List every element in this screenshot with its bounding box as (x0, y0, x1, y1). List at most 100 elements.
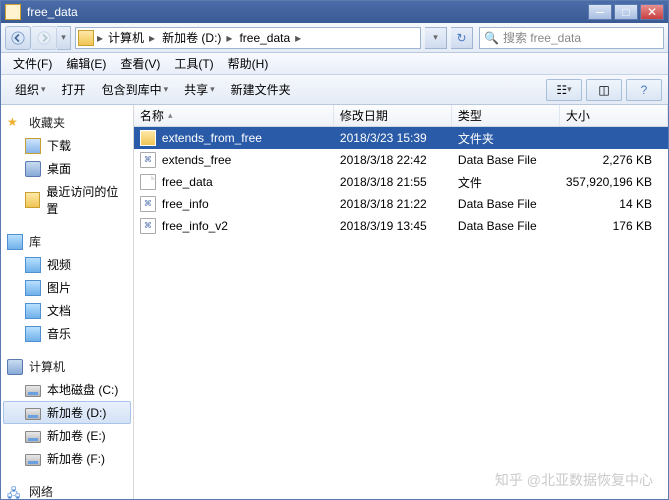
file-type: Data Base File (452, 153, 560, 167)
menu-file[interactable]: 文件(F) (7, 53, 58, 74)
nav-history-dropdown[interactable]: ▾ (57, 26, 71, 50)
sidebar-item-music[interactable]: 音乐 (3, 322, 131, 345)
refresh-button[interactable]: ↻ (451, 27, 473, 49)
sidebar-item-recent[interactable]: 最近访问的位置 (3, 180, 131, 220)
address-dropdown[interactable]: ▾ (425, 27, 447, 49)
include-library-button[interactable]: 包含到库中 ▾ (94, 77, 177, 102)
computer-icon (7, 359, 23, 375)
breadcrumb-drive-d[interactable]: 新加卷 (D:)▸ (160, 29, 237, 46)
help-button[interactable]: ? (626, 79, 662, 101)
address-bar[interactable]: ▸ 计算机▸ 新加卷 (D:)▸ free_data▸ (75, 27, 421, 49)
drive-icon (25, 431, 41, 443)
menu-view[interactable]: 查看(V) (114, 53, 166, 74)
window-titlebar: free_data ─ □ ✕ (1, 1, 668, 23)
network-icon: 🖧 (7, 484, 23, 500)
close-button[interactable]: ✕ (640, 4, 664, 20)
document-icon (25, 303, 41, 319)
column-type[interactable]: 类型 (452, 105, 560, 126)
table-row[interactable]: extends_free 2018/3/18 22:42Data Base Fil… (134, 149, 668, 171)
menu-help[interactable]: 帮助(H) (222, 53, 275, 74)
database-file-icon (140, 152, 156, 168)
column-size[interactable]: 大小 (560, 105, 668, 126)
file-list: 名称▴ 修改日期 类型 大小 extends_from_free 2018/3/2… (134, 105, 668, 499)
table-row[interactable]: free_info_v22018/3/19 13:45Data Base Fil… (134, 215, 668, 237)
drive-icon (25, 454, 41, 466)
file-date: 2018/3/18 22:42 (334, 153, 452, 167)
breadcrumb-arrow-icon: ▸ (94, 31, 106, 45)
sidebar-item-drive-f[interactable]: 新加卷 (F:) (3, 447, 131, 470)
sidebar-item-documents[interactable]: 文档 (3, 299, 131, 322)
back-button[interactable] (5, 26, 31, 50)
breadcrumb-computer[interactable]: 计算机▸ (106, 29, 160, 46)
sidebar-item-pictures[interactable]: 图片 (3, 276, 131, 299)
column-headers: 名称▴ 修改日期 类型 大小 (134, 105, 668, 127)
breadcrumb-folder[interactable]: free_data▸ (237, 31, 306, 45)
menu-bar: 文件(F) 编辑(E) 查看(V) 工具(T) 帮助(H) (1, 53, 668, 75)
preview-pane-button[interactable]: ◫ (586, 79, 622, 101)
menu-edit[interactable]: 编辑(E) (60, 53, 112, 74)
forward-button[interactable] (31, 26, 57, 50)
sidebar-favorites[interactable]: ★收藏夹 (3, 111, 131, 134)
recent-icon (25, 192, 40, 208)
command-bar: 组织 ▾ 打开 包含到库中 ▾ 共享 ▾ 新建文件夹 ☷ ▾ ◫ ? (1, 75, 668, 105)
navigation-bar: ▾ ▸ 计算机▸ 新加卷 (D:)▸ free_data▸ ▾ ↻ 🔍 搜索 f… (1, 23, 668, 53)
file-size: 2,276 KB (560, 153, 668, 167)
music-icon (25, 326, 41, 342)
sidebar-item-drive-c[interactable]: 本地磁盘 (C:) (3, 378, 131, 401)
minimize-button[interactable]: ─ (588, 4, 612, 20)
watermark: 知乎 @北亚数据恢复中心 (495, 470, 653, 490)
organize-button[interactable]: 组织 ▾ (7, 77, 54, 102)
file-name: free_data (162, 175, 213, 189)
file-date: 2018/3/18 21:55 (334, 175, 452, 189)
sidebar-network[interactable]: 🖧网络 (3, 480, 131, 499)
search-icon: 🔍 (484, 31, 499, 45)
file-date: 2018/3/19 13:45 (334, 219, 452, 233)
column-name[interactable]: 名称▴ (134, 105, 334, 126)
file-name: extends_free (162, 153, 231, 167)
sidebar-libraries[interactable]: 库 (3, 230, 131, 253)
file-type: 文件 (452, 174, 560, 191)
file-icon (140, 174, 156, 190)
sidebar-item-downloads[interactable]: 下载 (3, 134, 131, 157)
table-row[interactable]: extends_from_free2018/3/23 15:39文件夹 (134, 127, 668, 149)
video-icon (25, 257, 41, 273)
file-date: 2018/3/18 21:22 (334, 197, 452, 211)
share-button[interactable]: 共享 ▾ (176, 77, 223, 102)
sidebar-item-drive-e[interactable]: 新加卷 (E:) (3, 424, 131, 447)
folder-icon (140, 130, 156, 146)
file-name: free_info_v2 (162, 219, 228, 233)
folder-icon (25, 138, 41, 154)
sidebar-item-desktop[interactable]: 桌面 (3, 157, 131, 180)
drive-icon (25, 385, 41, 397)
column-date[interactable]: 修改日期 (334, 105, 452, 126)
file-name: extends_from_free (162, 131, 262, 145)
new-folder-button[interactable]: 新建文件夹 (223, 77, 299, 102)
database-file-icon (140, 218, 156, 234)
file-name: free_info (162, 197, 209, 211)
file-size: 357,920,196 KB (560, 175, 668, 189)
table-row[interactable]: free_info 2018/3/18 21:22Data Base File14… (134, 193, 668, 215)
folder-icon (78, 30, 94, 46)
file-size: 14 KB (560, 197, 668, 211)
view-mode-button[interactable]: ☷ ▾ (546, 79, 582, 101)
library-icon (7, 234, 23, 250)
window-title: free_data (27, 5, 588, 19)
desktop-icon (25, 161, 41, 177)
file-date: 2018/3/23 15:39 (334, 131, 452, 145)
maximize-button[interactable]: □ (614, 4, 638, 20)
sidebar-item-drive-d[interactable]: 新加卷 (D:) (3, 401, 131, 424)
menu-tools[interactable]: 工具(T) (168, 53, 219, 74)
search-input[interactable]: 🔍 搜索 free_data (479, 27, 664, 49)
open-button[interactable]: 打开 (54, 77, 94, 102)
file-type: Data Base File (452, 197, 560, 211)
star-icon: ★ (7, 115, 23, 131)
navigation-pane: ★收藏夹 下载 桌面 最近访问的位置 库 视频 图片 文档 音乐 计算机 本地磁… (1, 105, 134, 499)
sidebar-item-videos[interactable]: 视频 (3, 253, 131, 276)
search-placeholder: 搜索 free_data (503, 29, 581, 46)
picture-icon (25, 280, 41, 296)
sidebar-computer[interactable]: 计算机 (3, 355, 131, 378)
window-icon (5, 4, 21, 20)
sort-indicator-icon: ▴ (168, 110, 173, 121)
drive-icon (25, 408, 41, 420)
table-row[interactable]: free_data 2018/3/18 21:55文件357,920,196 KB (134, 171, 668, 193)
